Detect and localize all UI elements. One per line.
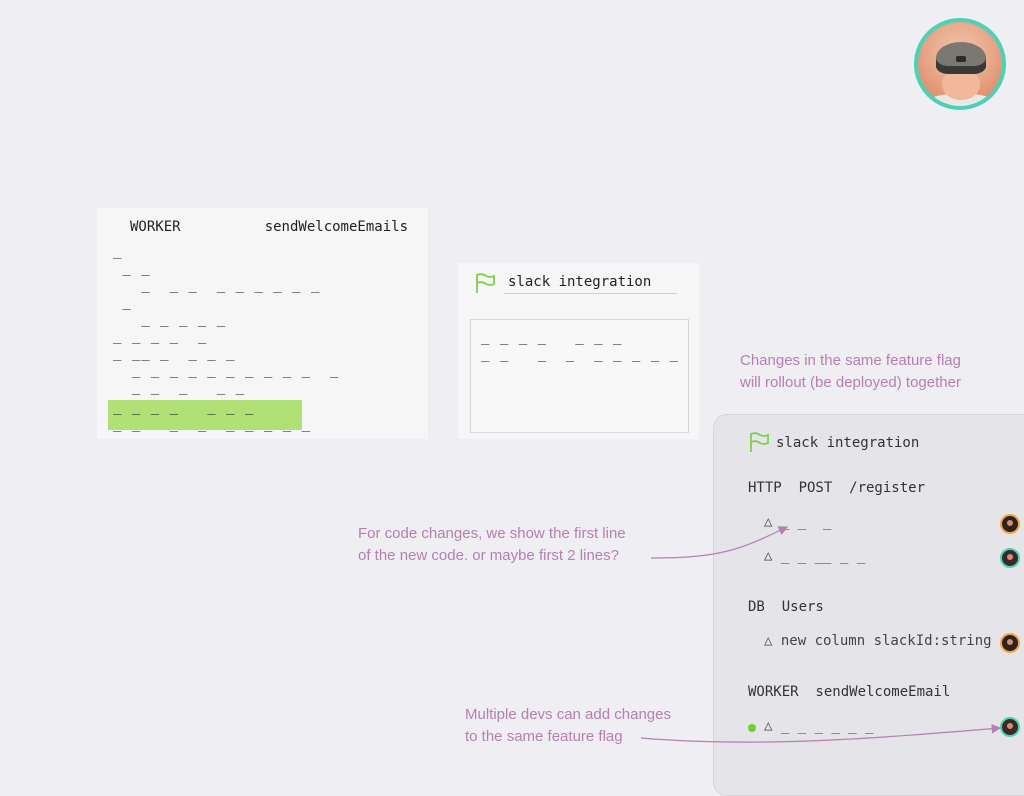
annotation-arrows bbox=[640, 526, 1002, 743]
devs-note-arrow bbox=[640, 723, 1002, 743]
code-note-arrow bbox=[650, 526, 789, 559]
